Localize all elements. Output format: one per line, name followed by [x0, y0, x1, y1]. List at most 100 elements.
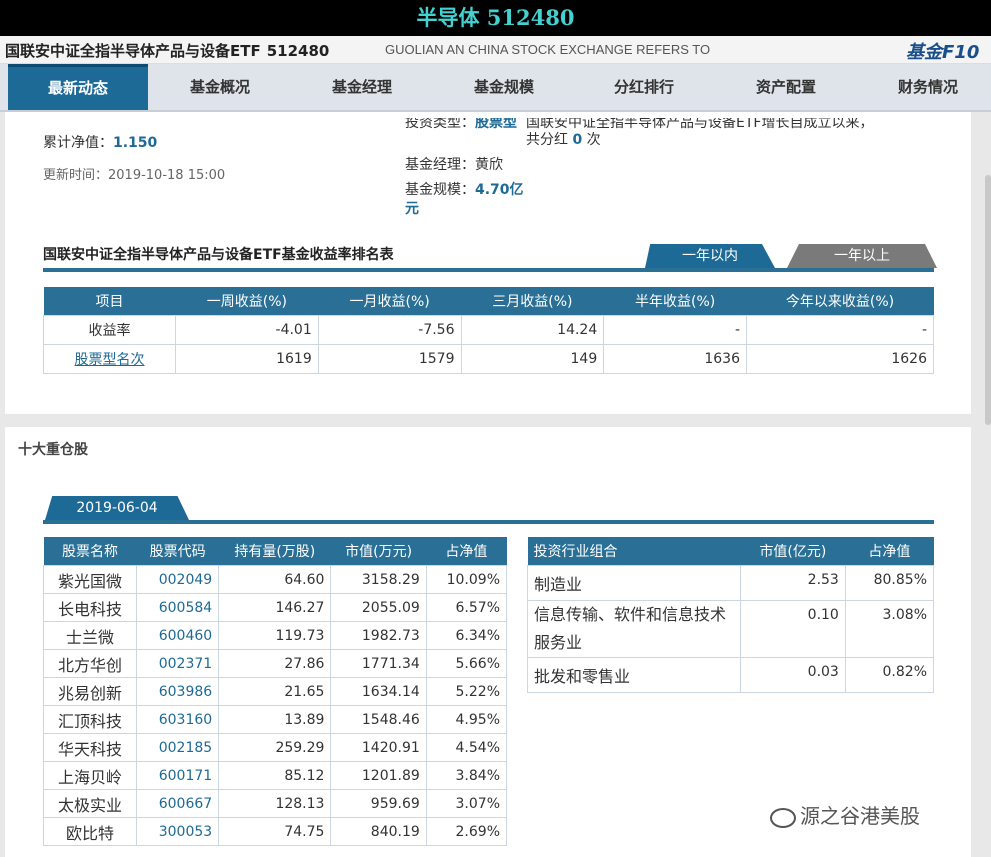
stock-name[interactable]: 北方华创 [42, 649, 138, 678]
tab-dividend-rank[interactable]: 分红排行 [574, 64, 714, 110]
industry-pct: 3.08% [844, 600, 935, 658]
nav-pct: 4.95% [425, 705, 508, 734]
holdings-date-tab[interactable]: 2019-06-04 [45, 496, 189, 520]
industry-name: 批发和零售业 [527, 657, 741, 693]
rank-cell: 1619 [175, 344, 319, 374]
rank-header-row: 项目 一周收益(%) 一月收益(%) 三月收益(%) 半年收益(%) 今年以来收… [43, 287, 934, 316]
stock-code: 002371 [136, 649, 220, 678]
table-row: 兆易创新 603986 21.65 1634.14 5.22% [42, 677, 508, 706]
tab-financials[interactable]: 财务情况 [858, 64, 991, 110]
col-stock-name: 股票名称 [43, 537, 137, 566]
stock-name[interactable]: 上海贝岭 [42, 761, 138, 790]
tab-fund-manager[interactable]: 基金经理 [292, 64, 432, 110]
scrollbar[interactable] [985, 175, 991, 425]
stock-name[interactable]: 紫光国微 [42, 565, 138, 594]
stock-name[interactable]: 汇顶科技 [42, 705, 138, 734]
stock-code: 300053 [136, 817, 220, 846]
fund-bar: 国联安中证全指半导体产品与设备ETF 512480 GUOLIAN AN CHIN… [0, 36, 991, 64]
market-value: 959.69 [330, 789, 427, 818]
fund-code: 512480 [266, 42, 330, 60]
table-row: 长电科技 600584 146.27 2055.09 6.57% [42, 593, 508, 622]
invest-type-label: 投资类型： [405, 115, 475, 131]
stock-type-rank-link[interactable]: 股票型名次 [75, 352, 145, 368]
market-value: 2055.09 [330, 593, 427, 622]
rank-cell: 股票型名次 [43, 344, 176, 374]
rank-table-title: 国联安中证全指半导体产品与设备ETF基金收益率排名表 [43, 247, 394, 263]
shares: 85.12 [218, 761, 332, 790]
rank-cell: - [603, 315, 747, 345]
update-time: 更新时间：2019-10-18 15:00 [43, 164, 225, 183]
stock-code: 600667 [136, 789, 220, 818]
cum-nav-label: 累计净值： [43, 135, 113, 151]
market-value: 840.19 [330, 817, 427, 846]
rank-col-ytd: 今年以来收益(%) [746, 287, 934, 316]
dividend-count: 共分红 0 次 [526, 129, 601, 149]
tab-fund-overview[interactable]: 基金概况 [150, 64, 290, 110]
stock-name[interactable]: 长电科技 [42, 593, 138, 622]
table-row: 紫光国微 002049 64.60 3158.29 10.09% [42, 565, 508, 594]
tab-over-one-year[interactable]: 一年以上 [787, 244, 937, 268]
f10-logo: 基金F10 [906, 42, 980, 63]
stock-name[interactable]: 士兰微 [42, 621, 138, 650]
rank-table: 项目 一周收益(%) 一月收益(%) 三月收益(%) 半年收益(%) 今年以来收… [43, 287, 934, 374]
fund-scale-label: 基金规模： [405, 182, 475, 198]
stock-name[interactable]: 太极实业 [42, 789, 138, 818]
rank-cell: - [746, 315, 934, 345]
market-value: 1634.14 [330, 677, 427, 706]
holdings-body: 紫光国微 002049 64.60 3158.29 10.09% 长电科技 600584 14… [42, 565, 508, 846]
fund-name-english: GUOLIAN AN CHINA STOCK EXCHANGE REFERS T… [385, 42, 711, 57]
tab-asset-allocation[interactable]: 资产配置 [716, 64, 856, 110]
rank-col-halfyear: 半年收益(%) [603, 287, 747, 316]
industry-name: 制造业 [527, 565, 741, 601]
rank-col-month: 一月收益(%) [318, 287, 461, 316]
industry-name: 信息传输、软件和信息技术服务业 [527, 600, 741, 658]
shares: 64.60 [218, 565, 332, 594]
cum-nav-value: 1.150 [113, 135, 158, 151]
market-value: 1420.91 [330, 733, 427, 762]
rank-cell: 1626 [746, 344, 934, 374]
col-industry-value: 市值(亿元) [740, 537, 846, 566]
page-title: 半导体 512480 [0, 0, 991, 36]
nav-pct: 5.22% [425, 677, 508, 706]
cum-nav: 累计净值：1.150 [43, 132, 157, 152]
market-value: 1982.73 [330, 621, 427, 650]
industry-value: 2.53 [740, 565, 846, 601]
stock-code: 603986 [136, 677, 220, 706]
update-time-value: 2019-10-18 15:00 [108, 168, 226, 183]
holdings-panel: 十大重仓股 2019-06-04 股票名称 股票代码 持有量(万股) 市值(万元… [5, 427, 971, 857]
nav-pct: 4.54% [425, 733, 508, 762]
holdings-table: 股票名称 股票代码 持有量(万股) 市值(万元) 占净值 紫光国微 002049 6… [42, 537, 508, 846]
dividend-prefix: 共分红 [526, 132, 568, 148]
stock-code: 002185 [136, 733, 220, 762]
shares: 119.73 [218, 621, 332, 650]
fund-scale: 基金规模：4.70亿元 [405, 181, 525, 219]
tab-within-one-year[interactable]: 一年以内 [645, 244, 775, 268]
table-row: 华天科技 002185 259.29 1420.91 4.54% [42, 733, 508, 762]
nav-pct: 3.84% [425, 761, 508, 790]
col-shares: 持有量(万股) [218, 537, 331, 566]
table-row: 欧比特 300053 74.75 840.19 2.69% [42, 817, 508, 846]
shares: 146.27 [218, 593, 332, 622]
tab-fund-scale[interactable]: 基金规模 [434, 64, 574, 110]
market-value: 3158.29 [330, 565, 427, 594]
shares: 21.65 [218, 677, 332, 706]
stock-name[interactable]: 华天科技 [42, 733, 138, 762]
rank-col-week: 一周收益(%) [175, 287, 319, 316]
rank-cell: 149 [460, 344, 605, 374]
table-row: 信息传输、软件和信息技术服务业 0.10 3.08% [527, 600, 935, 658]
holdings-tab-strip [43, 520, 934, 524]
invest-type: 投资类型：股票型 [405, 115, 517, 132]
table-row: 太极实业 600667 128.13 959.69 3.07% [42, 789, 508, 818]
nav-pct: 6.57% [425, 593, 508, 622]
summary-panel: 累计净值：1.150 更新时间：2019-10-18 15:00 投资类型：股票… [5, 112, 971, 414]
nav-pct: 3.07% [425, 789, 508, 818]
rank-cell: 1579 [317, 344, 462, 374]
nav-pct: 5.66% [425, 649, 508, 678]
tab-latest-news[interactable]: 最新动态 [8, 64, 148, 110]
stock-name[interactable]: 兆易创新 [42, 677, 138, 706]
fund-name-text: 国联安中证全指半导体产品与设备ETF [5, 42, 261, 60]
fund-manager-label: 基金经理： [405, 157, 475, 173]
watermark-text: 源之谷港美股 [800, 804, 920, 828]
stock-name[interactable]: 欧比特 [42, 817, 138, 846]
rank-tab-strip [43, 268, 934, 272]
